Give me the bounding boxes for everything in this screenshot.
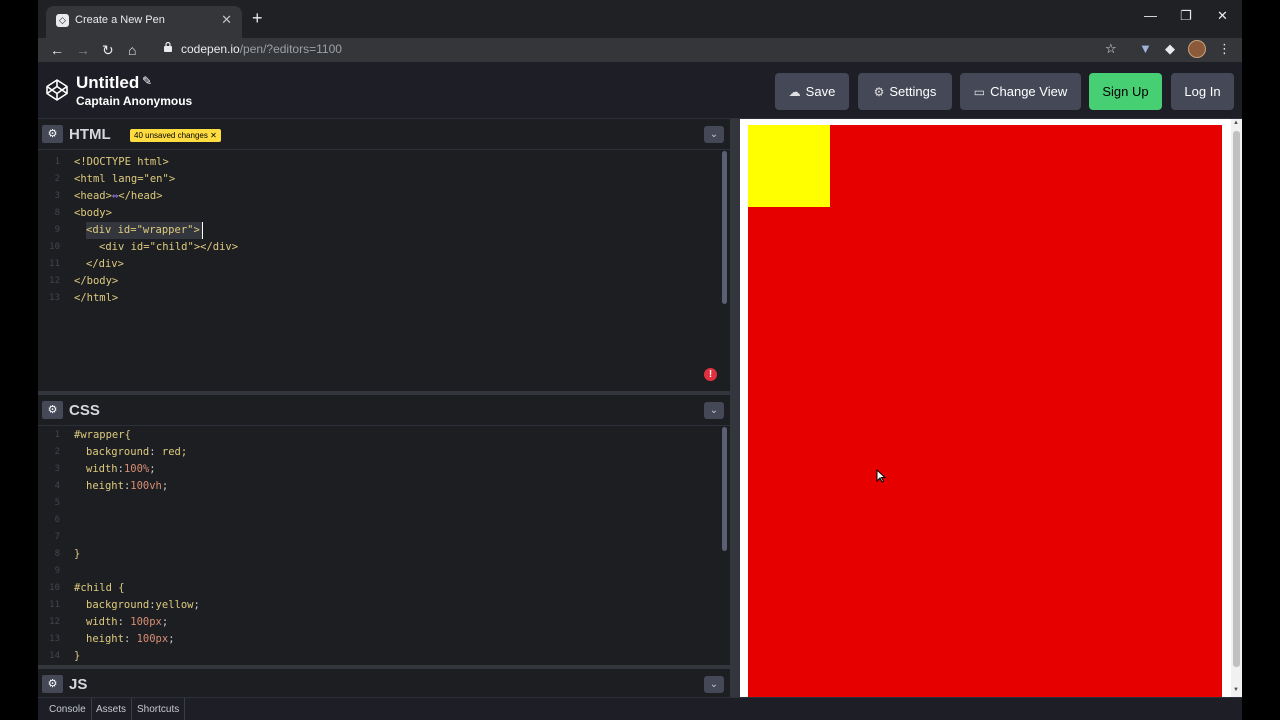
code-line: 8} (54, 548, 81, 560)
shortcuts-button[interactable]: Shortcuts (132, 698, 186, 720)
editor-preview-resizer[interactable] (730, 119, 740, 697)
settings-label: Settings (889, 84, 937, 99)
code-line: 4 height:100vh; (54, 480, 169, 492)
code-line: 3 width:100%; (54, 463, 156, 475)
js-settings-gear-icon[interactable]: ⚙ (42, 675, 63, 693)
preview-scroll-thumb[interactable] (1233, 131, 1240, 667)
css-settings-gear-icon[interactable]: ⚙ (42, 401, 63, 419)
css-code-editor[interactable]: 1 #wrapper{ 2 background: red; 3 width:100%… (38, 427, 730, 665)
code-line: 1 #wrapper{ (54, 429, 131, 441)
preview-scrollbar[interactable]: ▲ ▼ (1231, 119, 1242, 697)
forward-icon[interactable]: → (76, 40, 90, 60)
js-collapse-chevron-icon[interactable]: ⌄ (704, 676, 724, 693)
pen-title[interactable]: Untitled (76, 73, 139, 93)
new-tab-icon[interactable]: + (252, 8, 263, 28)
restore-icon[interactable]: ❐ (1180, 8, 1192, 24)
wrapper-div (748, 125, 1222, 697)
code-line: 8 <body> (54, 207, 112, 219)
code-line: 10 #child { (49, 582, 125, 594)
html-collapse-chevron-icon[interactable]: ⌄ (704, 126, 724, 143)
cloud-icon: ☁ (788, 85, 801, 99)
code-line: 3 <head>⇔</head> (54, 190, 163, 202)
code-line: 11 background:yellow; (49, 599, 200, 611)
reload-icon[interactable]: ↻ (102, 40, 114, 60)
codepen-favicon-icon: ◇ (56, 14, 69, 27)
code-line: 13 height: 100px; (49, 633, 175, 645)
html-settings-gear-icon[interactable]: ⚙ (42, 125, 63, 143)
code-line: 6 (54, 515, 60, 525)
settings-button[interactable]: ⚙ Settings (858, 73, 952, 110)
screen: ◇ Create a New Pen ✕ + — ❐ ✕ ← → ↻ ⌂ cod… (38, 0, 1242, 720)
log-in-button[interactable]: Log In (1171, 73, 1234, 110)
css-collapse-chevron-icon[interactable]: ⌄ (704, 402, 724, 419)
save-label: Save (805, 84, 836, 99)
sign-up-label: Sign Up (1102, 84, 1149, 99)
code-line: 10 <div id="child"></div> (49, 241, 239, 253)
code-line: 12 </body> (49, 275, 119, 287)
code-line: 2 <html lang="en"> (54, 173, 176, 185)
code-line: 13 </html> (49, 292, 119, 304)
layout-icon: ▭ (973, 85, 986, 99)
extension-v-icon[interactable]: ▼ (1139, 41, 1152, 56)
home-icon[interactable]: ⌂ (128, 40, 136, 60)
address-bar[interactable]: codepen.io/pen/?editors=1100 (181, 42, 342, 56)
mouse-cursor-icon (876, 469, 886, 483)
change-view-button[interactable]: ▭ Change View (960, 73, 1081, 110)
back-icon[interactable]: ← (50, 40, 64, 60)
unsaved-changes-text: 40 unsaved changes (134, 131, 208, 140)
code-line: 12 width: 100px; (49, 616, 169, 628)
js-pane-title: JS (69, 676, 88, 693)
gear-icon: ⚙ (873, 85, 885, 99)
assets-button[interactable]: Assets (91, 698, 133, 720)
extension-v2-icon[interactable]: ◆ (1165, 41, 1175, 57)
sign-up-button[interactable]: Sign Up (1089, 73, 1162, 110)
code-line: 9 (54, 566, 60, 576)
minimize-icon[interactable]: — (1144, 8, 1157, 23)
error-indicator-icon[interactable]: ! (704, 368, 717, 381)
js-pane-header[interactable]: ⚙ JS ⌄ (38, 669, 730, 697)
code-line: 14} (49, 650, 81, 662)
browser-toolbar: ← → ↻ ⌂ codepen.io/pen/?editors=1100 ☆ ▼… (38, 38, 1242, 62)
scroll-up-icon[interactable]: ▲ (1233, 120, 1239, 126)
browser-menu-icon[interactable]: ⋮ (1218, 41, 1231, 57)
save-button[interactable]: ☁ Save (775, 73, 849, 110)
tab-close-icon[interactable]: ✕ (221, 12, 232, 28)
code-line: 7 (54, 532, 60, 542)
editors-column: ⚙ HTML 40 unsaved changes ✕ ⌄ 1 <!DOCTYPE… (38, 119, 730, 697)
codepen-logo-icon[interactable] (45, 78, 69, 102)
html-scrollbar[interactable] (722, 151, 727, 304)
unsaved-changes-badge[interactable]: 40 unsaved changes ✕ (130, 129, 221, 142)
code-line: 2 background: red; (54, 446, 188, 458)
pen-owner: Captain Anonymous (76, 94, 193, 108)
codepen-header: Untitled ✎ Captain Anonymous ☁ Save ⚙ Sett… (38, 62, 1242, 119)
lock-icon (164, 42, 172, 52)
log-in-label: Log In (1184, 84, 1221, 99)
code-line: 11 </div> (49, 258, 124, 270)
close-window-icon[interactable]: ✕ (1217, 8, 1228, 24)
code-line: 9 <div id="wrapper"> (38, 222, 718, 239)
css-pane-title: CSS (69, 402, 100, 419)
child-div (748, 125, 830, 207)
footer-bar: Console Assets Shortcuts (38, 697, 1242, 720)
bookmark-star-icon[interactable]: ☆ (1105, 41, 1117, 57)
html-code-editor[interactable]: 1 <!DOCTYPE html> 2 <html lang="en"> 3 <hea… (38, 151, 730, 391)
code-line: 5 (54, 498, 60, 508)
tab-title: Create a New Pen (75, 14, 165, 26)
html-pane-title: HTML (69, 126, 111, 143)
console-button[interactable]: Console (44, 698, 92, 720)
css-scrollbar[interactable] (722, 427, 727, 551)
url-path: /pen/?editors=1100 (239, 42, 342, 56)
scroll-down-icon[interactable]: ▼ (1233, 687, 1239, 693)
result-preview[interactable]: ▲ ▼ (740, 119, 1242, 697)
profile-avatar[interactable] (1188, 40, 1206, 58)
edit-title-pencil-icon[interactable]: ✎ (142, 74, 152, 88)
html-pane-header[interactable]: ⚙ HTML 40 unsaved changes ✕ ⌄ (38, 119, 730, 150)
url-host: codepen.io (181, 42, 240, 56)
change-view-label: Change View (990, 84, 1068, 99)
css-pane-header[interactable]: ⚙ CSS ⌄ (38, 395, 730, 426)
code-line: 1 <!DOCTYPE html> (54, 156, 169, 168)
browser-titlebar: ◇ Create a New Pen ✕ + — ❐ ✕ (38, 0, 1242, 38)
browser-tab[interactable]: ◇ Create a New Pen ✕ (46, 6, 242, 38)
